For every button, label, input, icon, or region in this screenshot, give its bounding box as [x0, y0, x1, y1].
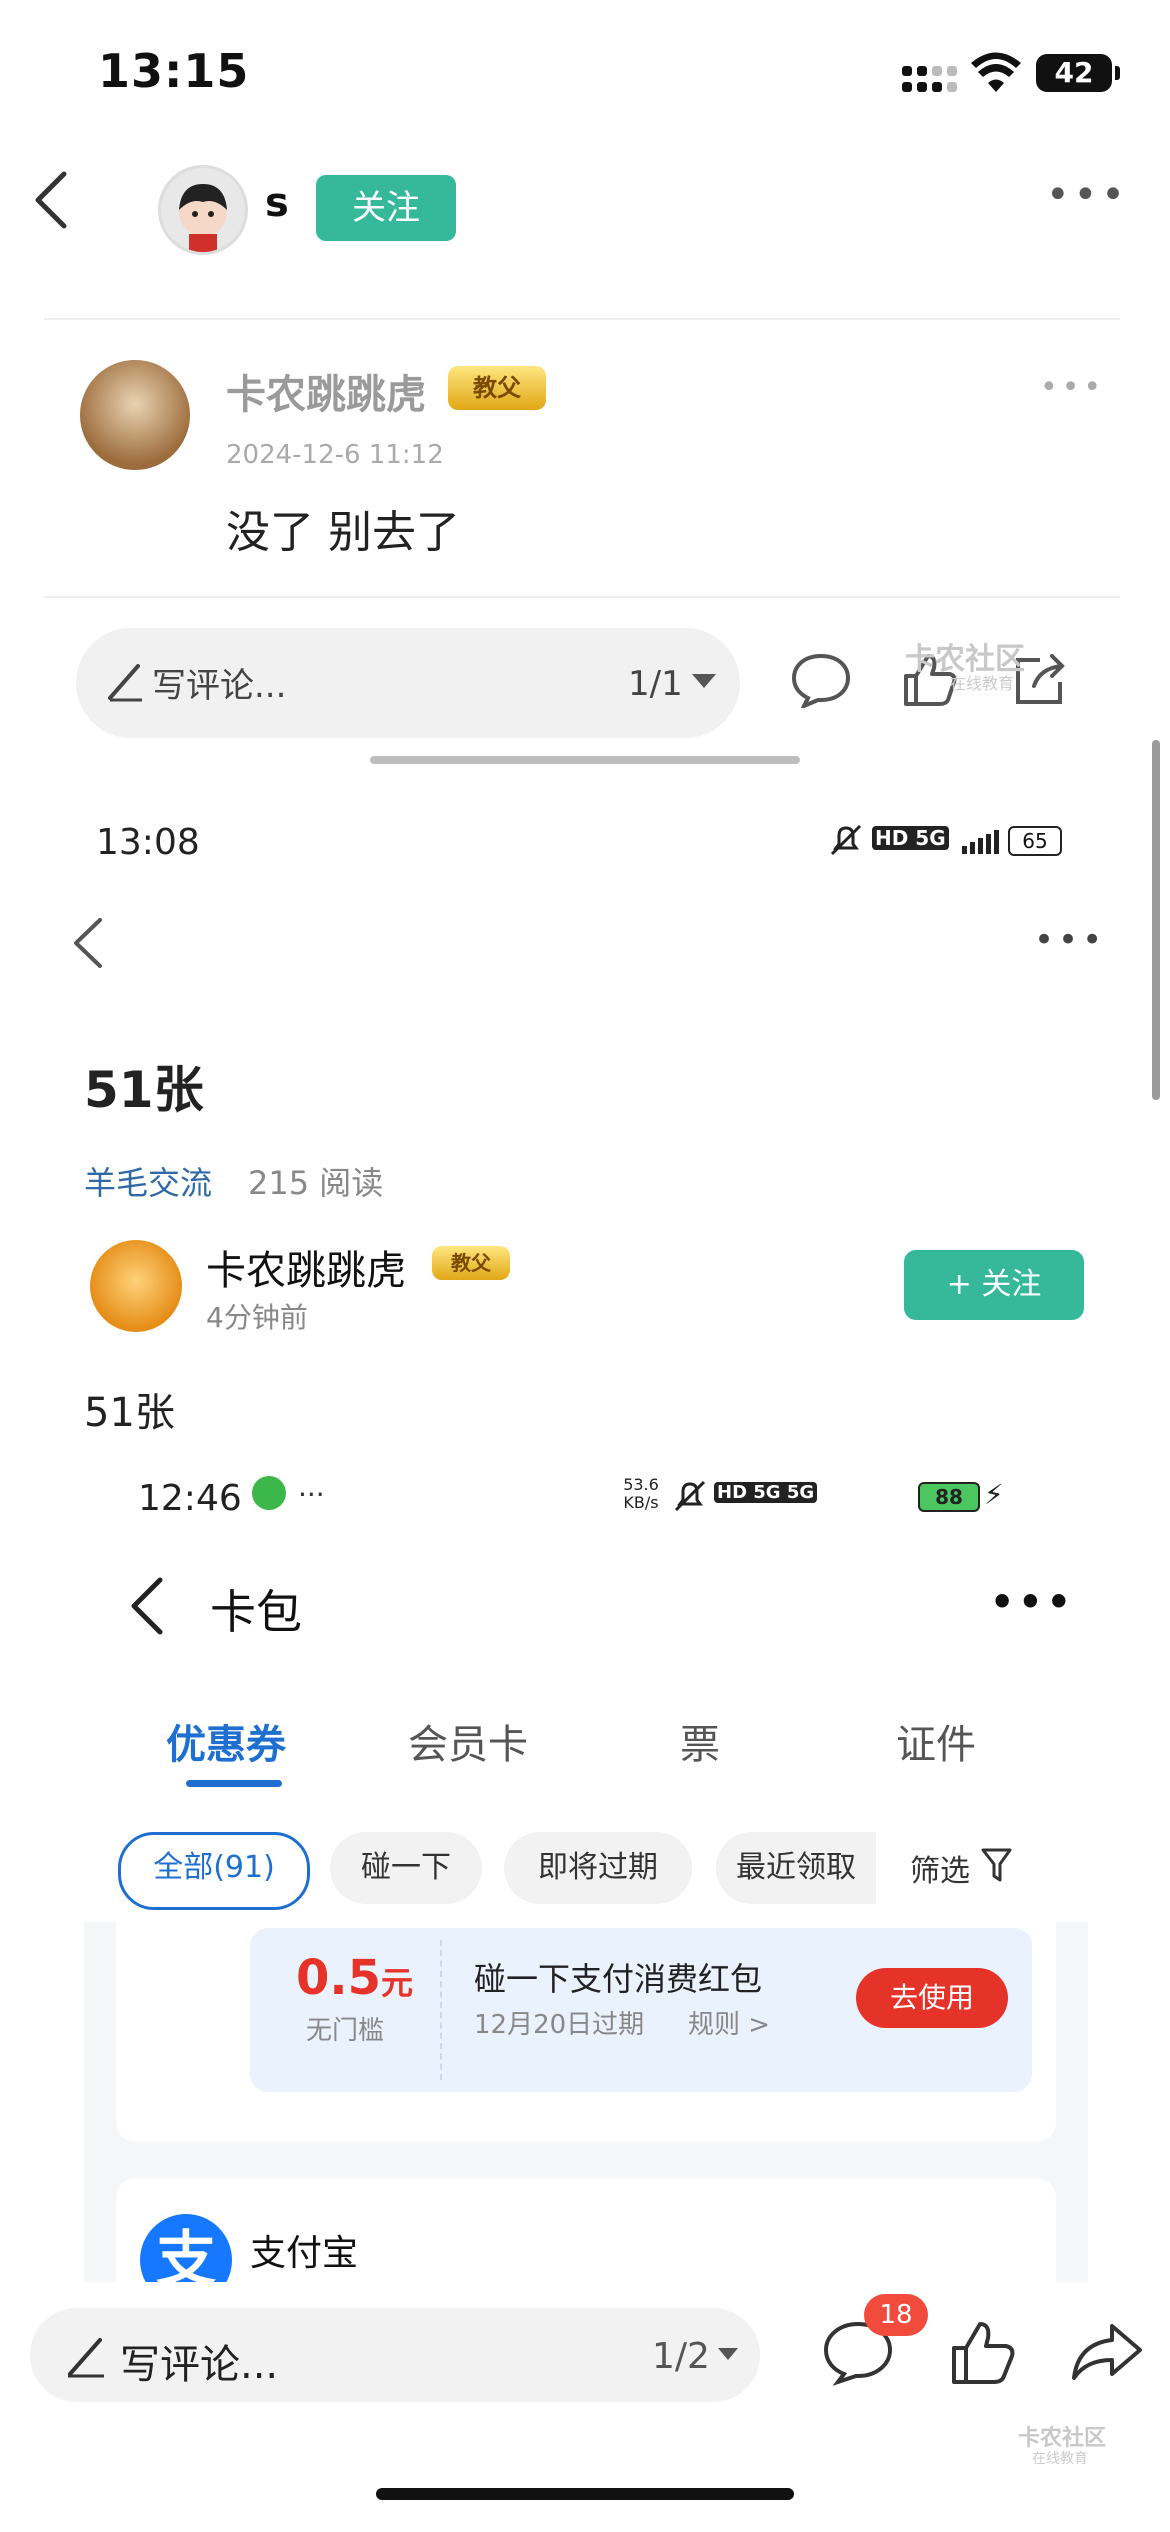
more-options-icon[interactable]: •••: [990, 1580, 1075, 1624]
signal-bars-icon: [962, 830, 999, 854]
filter-expiring[interactable]: 即将过期: [504, 1832, 692, 1904]
overflow-dots-icon: ···: [298, 1478, 325, 1511]
dropdown-triangle-icon[interactable]: [718, 2348, 738, 2362]
wallet-status-time: 12:46: [138, 1478, 242, 1519]
net-speed: 53.6 KB/s: [623, 1475, 659, 1512]
board-link[interactable]: 羊毛交流: [84, 1158, 212, 1204]
battery-indicator-3: 88: [918, 1482, 980, 1512]
more-options-icon[interactable]: •••: [1034, 920, 1106, 960]
hd-indicator: HD 5G: [872, 826, 949, 850]
divider: [44, 318, 1120, 320]
coupon-amount: 0.5元: [296, 1950, 414, 2006]
filter-recent[interactable]: 最近领取: [716, 1832, 876, 1904]
comment-text: 没了 别去了: [226, 507, 460, 558]
watermark-subtext: 在线教育: [950, 674, 1015, 693]
like-thumb-icon[interactable]: [950, 2318, 1016, 2386]
username[interactable]: s: [265, 180, 289, 226]
coupon-divider: [440, 1940, 442, 2080]
merchant-name: 支付宝: [250, 2233, 359, 2274]
page-indicator[interactable]: 1/1: [628, 664, 683, 704]
follow-button[interactable]: + 关注: [904, 1250, 1084, 1320]
read-count: 215 阅读: [248, 1164, 384, 1202]
home-indicator: [376, 2488, 794, 2500]
share-arrow-icon[interactable]: [1070, 2322, 1144, 2382]
tab-coupons[interactable]: 优惠券: [166, 1712, 286, 1770]
wifi-icon: [971, 52, 1021, 92]
watermark-subtext-bottom: 在线教育: [1032, 2451, 1088, 2467]
use-coupon-button[interactable]: 去使用: [856, 1968, 1008, 2028]
status-time: 13:15: [98, 44, 250, 98]
rank-badge: 教父: [432, 1246, 510, 1280]
filter-tap[interactable]: 碰一下: [330, 1832, 482, 1904]
commenter-avatar[interactable]: [80, 360, 190, 470]
cellular-signal-icon: [902, 66, 957, 92]
coupon-expiry: 12月20日过期: [474, 2010, 645, 2040]
comment-more-icon[interactable]: •••: [1040, 370, 1105, 405]
embedded-status-time: 13:08: [96, 822, 200, 863]
coupon-title: 碰一下支付消费红包: [474, 1960, 763, 1998]
tab-tickets[interactable]: 票: [680, 1712, 720, 1770]
coupon-unit: 元: [381, 1964, 414, 2002]
tab-membership-cards[interactable]: 会员卡: [408, 1712, 528, 1770]
dropdown-triangle-icon[interactable]: [692, 674, 716, 690]
mute-bell-icon: [830, 824, 862, 856]
filter-funnel-icon[interactable]: [980, 1846, 1016, 1886]
post-title: 51张: [84, 1061, 204, 1119]
active-tab-indicator: [186, 1780, 282, 1787]
comment-placeholder[interactable]: 写评论...: [120, 2332, 278, 2390]
post-time: 4分钟前: [206, 1301, 308, 1334]
avatar-cartoon-icon: [179, 184, 227, 252]
more-options-icon[interactable]: •••: [1046, 172, 1129, 218]
scrollbar[interactable]: [1152, 740, 1160, 1100]
comment-count-badge: 18: [864, 2294, 928, 2336]
user-avatar[interactable]: [158, 165, 248, 255]
comment-placeholder[interactable]: 写评论...: [152, 658, 286, 707]
back-arrow-icon[interactable]: [30, 170, 74, 230]
back-arrow-icon[interactable]: [70, 916, 106, 970]
mute-bell-icon: [674, 1480, 706, 1512]
post-body: 51张: [84, 1390, 175, 1436]
comment-date: 2024-12-6 11:12: [226, 440, 444, 470]
hd-indicator: HD 5G 5G: [714, 1482, 818, 1503]
follow-button[interactable]: 关注: [316, 175, 456, 241]
commenter-name[interactable]: 卡农跳跳虎: [226, 362, 426, 420]
author-name[interactable]: 卡农跳跳虎: [206, 1238, 406, 1296]
home-indicator: [370, 756, 800, 764]
wechat-icon: [252, 1476, 286, 1510]
filter-all[interactable]: 全部(91): [118, 1832, 310, 1910]
rank-badge: 教父: [448, 366, 546, 410]
filter-button-label[interactable]: 筛选: [910, 1846, 970, 1890]
pencil-icon: [108, 664, 142, 702]
wallet-title: 卡包: [210, 1585, 302, 1639]
divider: [44, 596, 1120, 598]
back-arrow-icon[interactable]: [126, 1576, 166, 1636]
author-avatar[interactable]: [90, 1240, 182, 1332]
coupon-rules-link[interactable]: 规则 >: [688, 2004, 770, 2041]
battery-indicator-2: 65: [1008, 826, 1062, 856]
charging-bolt-icon: ⚡: [984, 1478, 1004, 1511]
page-indicator[interactable]: 1/2: [652, 2336, 710, 2377]
coupon-condition: 无门槛: [306, 2016, 385, 2046]
pencil-icon: [68, 2338, 104, 2378]
tab-certificates[interactable]: 证件: [896, 1712, 976, 1770]
comment-bubble-icon[interactable]: [790, 652, 852, 708]
battery-indicator: 42: [1036, 54, 1120, 92]
